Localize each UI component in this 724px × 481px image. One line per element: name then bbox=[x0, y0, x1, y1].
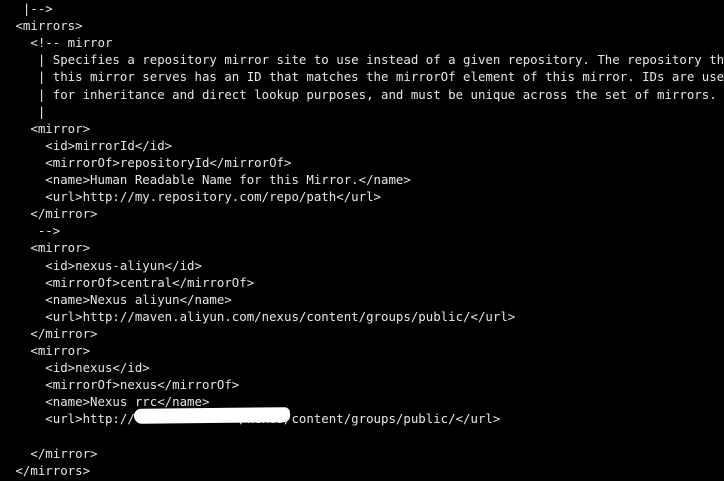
code-line: | this mirror serves has an ID that matc… bbox=[8, 69, 724, 85]
code-line: | for inheritance and direct lookup purp… bbox=[8, 86, 717, 102]
code-line: <url>http://maven.aliyun.com/nexus/conte… bbox=[8, 308, 516, 324]
redaction-mark bbox=[133, 407, 291, 424]
code-line: <name>Nexus aliyun</name> bbox=[8, 291, 232, 307]
code-line: </mirror> bbox=[8, 445, 98, 461]
code-line: <id>nexus-aliyun</id> bbox=[8, 257, 202, 273]
code-line: </mirrors> bbox=[8, 462, 91, 478]
code-line: | bbox=[8, 103, 46, 119]
code-line: <!-- mirror bbox=[8, 35, 113, 51]
code-line: <url>http://my.repository.com/repo/path<… bbox=[8, 189, 381, 205]
terminal-window[interactable]: |--> <mirrors> <!-- mirror | Specifies a… bbox=[0, 0, 724, 481]
code-line: <mirrorOf>central</mirrorOf> bbox=[8, 274, 255, 290]
code-line: | Specifies a repository mirror site to … bbox=[8, 52, 724, 68]
code-line: </mirror> bbox=[8, 325, 98, 341]
code-line: <mirrors> bbox=[8, 18, 83, 34]
code-line: <name>Human Readable Name for this Mirro… bbox=[8, 172, 411, 187]
code-line: </mirror> bbox=[8, 206, 98, 222]
code-line: --> bbox=[8, 223, 61, 239]
code-line: <id>nexus</id> bbox=[8, 360, 150, 376]
code-line: <mirror> bbox=[8, 343, 91, 358]
code-line: <mirror> bbox=[8, 120, 91, 136]
code-line: <id>mirrorId</id> bbox=[8, 137, 173, 153]
code-line: <mirrorOf>nexus</mirrorOf> bbox=[8, 377, 240, 393]
code-line: <mirrorOf>repositoryId</mirrorOf> bbox=[8, 154, 292, 170]
code-line: <mirror> bbox=[8, 240, 91, 256]
code-line: |--> bbox=[8, 1, 53, 16]
